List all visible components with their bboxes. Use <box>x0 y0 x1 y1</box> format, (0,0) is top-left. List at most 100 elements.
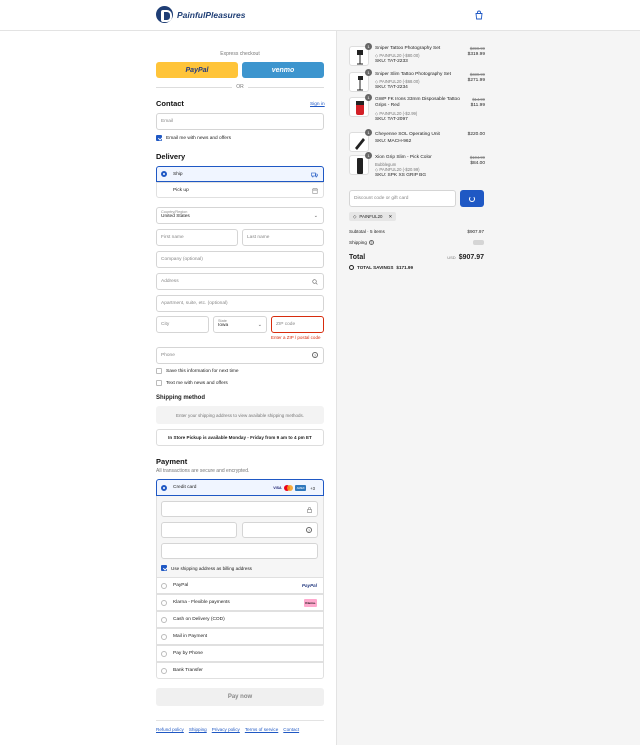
payment-option-paypal[interactable]: PayPal PayPal <box>156 577 324 594</box>
item-price: $319.99 <box>467 52 485 57</box>
email-news-label: Email me with news and offers <box>166 135 231 141</box>
payment-option-phone[interactable]: Pay by Phone <box>156 645 324 662</box>
zip-error-message: Enter a ZIP / postal code <box>271 335 321 340</box>
loading-spinner-icon <box>469 195 475 202</box>
billing-same-label: Use shipping address as billing address <box>171 565 252 571</box>
quantity-badge: 1 <box>365 94 372 101</box>
first-name-field[interactable]: First name <box>156 229 238 246</box>
state-select[interactable]: State Iowa ⌄ <box>213 316 267 333</box>
search-icon <box>312 279 318 285</box>
subtotal-label: Subtotal · 5 items <box>349 229 385 234</box>
payment-option-label: Cash on Delivery (COD) <box>173 617 225 622</box>
divider <box>248 87 324 88</box>
logo-mark-icon <box>156 6 173 23</box>
discount-code-field[interactable]: Discount code or gift card <box>349 190 456 207</box>
item-price: $220.00 <box>467 132 485 137</box>
last-name-field[interactable]: Last name <box>242 229 324 246</box>
payment-option-mail[interactable]: Mail in Payment <box>156 628 324 645</box>
cod-radio[interactable] <box>161 616 167 623</box>
delivery-heading: Delivery <box>156 152 186 161</box>
apartment-field[interactable]: Apartment, suite, etc. (optional) <box>156 295 324 312</box>
item-discount: ◇ PAINFUL20 (-$2.99) <box>375 111 418 116</box>
paypal-express-button[interactable]: PayPal <box>156 62 238 78</box>
save-info-label: Save this information for next time <box>166 368 239 374</box>
divider <box>156 87 232 88</box>
address-field[interactable]: Address <box>156 273 324 290</box>
klarna-logo-icon: Klarna. <box>304 599 317 607</box>
payment-option-label: PayPal <box>173 583 189 588</box>
billing-same-checkbox[interactable] <box>161 565 167 571</box>
apply-discount-button[interactable] <box>460 190 484 207</box>
header: PainfulPleasures <box>0 0 640 31</box>
company-field[interactable]: Company (optional) <box>156 251 324 268</box>
applied-code-label: PAINFUL20 <box>359 214 383 219</box>
pickup-option[interactable]: Pick up <box>156 182 324 198</box>
text-news-checkbox[interactable] <box>156 380 162 386</box>
phone-radio[interactable] <box>161 650 167 657</box>
payment-option-label: Bank Transfer <box>173 668 203 673</box>
paypal-radio[interactable] <box>161 582 167 589</box>
item-discount-text: PAINFUL20 (-$2.99) <box>379 111 418 116</box>
item-discount-text: PAINFUL20 (-$20.99) <box>379 167 420 172</box>
country-value: United States <box>161 214 190 219</box>
credit-card-radio[interactable] <box>161 484 167 491</box>
expiration-field[interactable] <box>161 522 237 538</box>
payment-option-klarna[interactable]: Klarna - Flexible payments Klarna. <box>156 594 324 611</box>
pay-now-button[interactable]: Pay now <box>156 688 324 706</box>
footer-link-shipping[interactable]: Shipping <box>189 727 207 732</box>
footer-link-contact[interactable]: Contact <box>283 727 299 732</box>
remove-code-icon[interactable]: ✕ <box>389 214 393 220</box>
payment-option-bank[interactable]: Bank Transfer <box>156 662 324 679</box>
payment-option-label: Pay by Phone <box>173 651 203 656</box>
quantity-badge: 1 <box>365 43 372 50</box>
email-field[interactable]: Email <box>156 113 324 130</box>
phone-field[interactable]: Phone ? <box>156 347 324 364</box>
help-icon[interactable]: ? <box>368 240 374 245</box>
save-info-checkbox[interactable] <box>156 368 162 374</box>
payment-option-cod[interactable]: Cash on Delivery (COD) <box>156 611 324 628</box>
sign-in-link[interactable]: Sign in <box>310 102 325 107</box>
country-select[interactable]: Country/Region United States ⌄ <box>156 207 324 224</box>
lock-icon <box>307 507 312 513</box>
name-on-card-field[interactable] <box>161 543 318 559</box>
item-price: $11.99 <box>470 103 485 108</box>
shipping-method-placeholder: Enter your shipping address to view avai… <box>156 406 324 424</box>
item-sku: SKU: SPK XS GRIP BG <box>375 173 427 178</box>
help-icon[interactable]: ? <box>312 352 318 358</box>
venmo-express-button[interactable]: venmo <box>242 62 324 78</box>
footer-link-refund[interactable]: Refund policy <box>156 727 184 732</box>
text-news-label: Text me with news and offers <box>166 380 228 386</box>
brand-logo[interactable]: PainfulPleasures <box>156 6 246 23</box>
footer-link-terms[interactable]: Terms of service <box>245 727 278 732</box>
card-number-field[interactable] <box>161 501 318 517</box>
credit-card-option[interactable]: Credit card VISA AMEX +3 <box>156 479 324 496</box>
contact-heading: Contact <box>156 99 184 108</box>
shipping-value-placeholder <box>473 240 484 245</box>
pickup-label: Pick up <box>173 187 189 193</box>
address-placeholder: Address <box>161 279 179 284</box>
pickup-notice: In Store Pickup is available Monday - Fr… <box>156 429 324 446</box>
klarna-radio[interactable] <box>161 599 167 606</box>
footer-link-privacy[interactable]: Privacy policy <box>212 727 240 732</box>
mail-radio[interactable] <box>161 633 167 640</box>
city-field[interactable]: City <box>156 316 209 333</box>
paypal-logo-icon: PayPal <box>301 583 317 588</box>
email-news-checkbox[interactable] <box>156 135 162 141</box>
express-checkout-title: Express checkout <box>220 51 260 57</box>
item-sku: SKU: TAT-2097 <box>375 117 408 122</box>
store-icon <box>312 188 318 194</box>
item-sku: SKU: TAT-2233 <box>375 59 408 64</box>
payment-option-label: Mail in Payment <box>173 634 208 639</box>
item-name: Sniper Tattoo Photography Set <box>375 46 441 51</box>
ship-radio[interactable] <box>161 171 167 177</box>
applied-discount-tag: ◇ PAINFUL20 ✕ <box>349 212 397 221</box>
help-icon[interactable]: ? <box>306 527 312 533</box>
ship-option[interactable]: Ship <box>156 166 324 182</box>
security-code-field[interactable]: ? <box>242 522 318 538</box>
quantity-badge: 1 <box>365 69 372 76</box>
shopping-bag-icon[interactable] <box>474 10 484 20</box>
mastercard-icon <box>284 485 294 491</box>
bank-radio[interactable] <box>161 667 167 674</box>
zip-field[interactable]: ZIP code <box>271 316 324 333</box>
cart-item: 1 Xion Grip Slim - Pick Color Bubblegum … <box>349 152 485 185</box>
